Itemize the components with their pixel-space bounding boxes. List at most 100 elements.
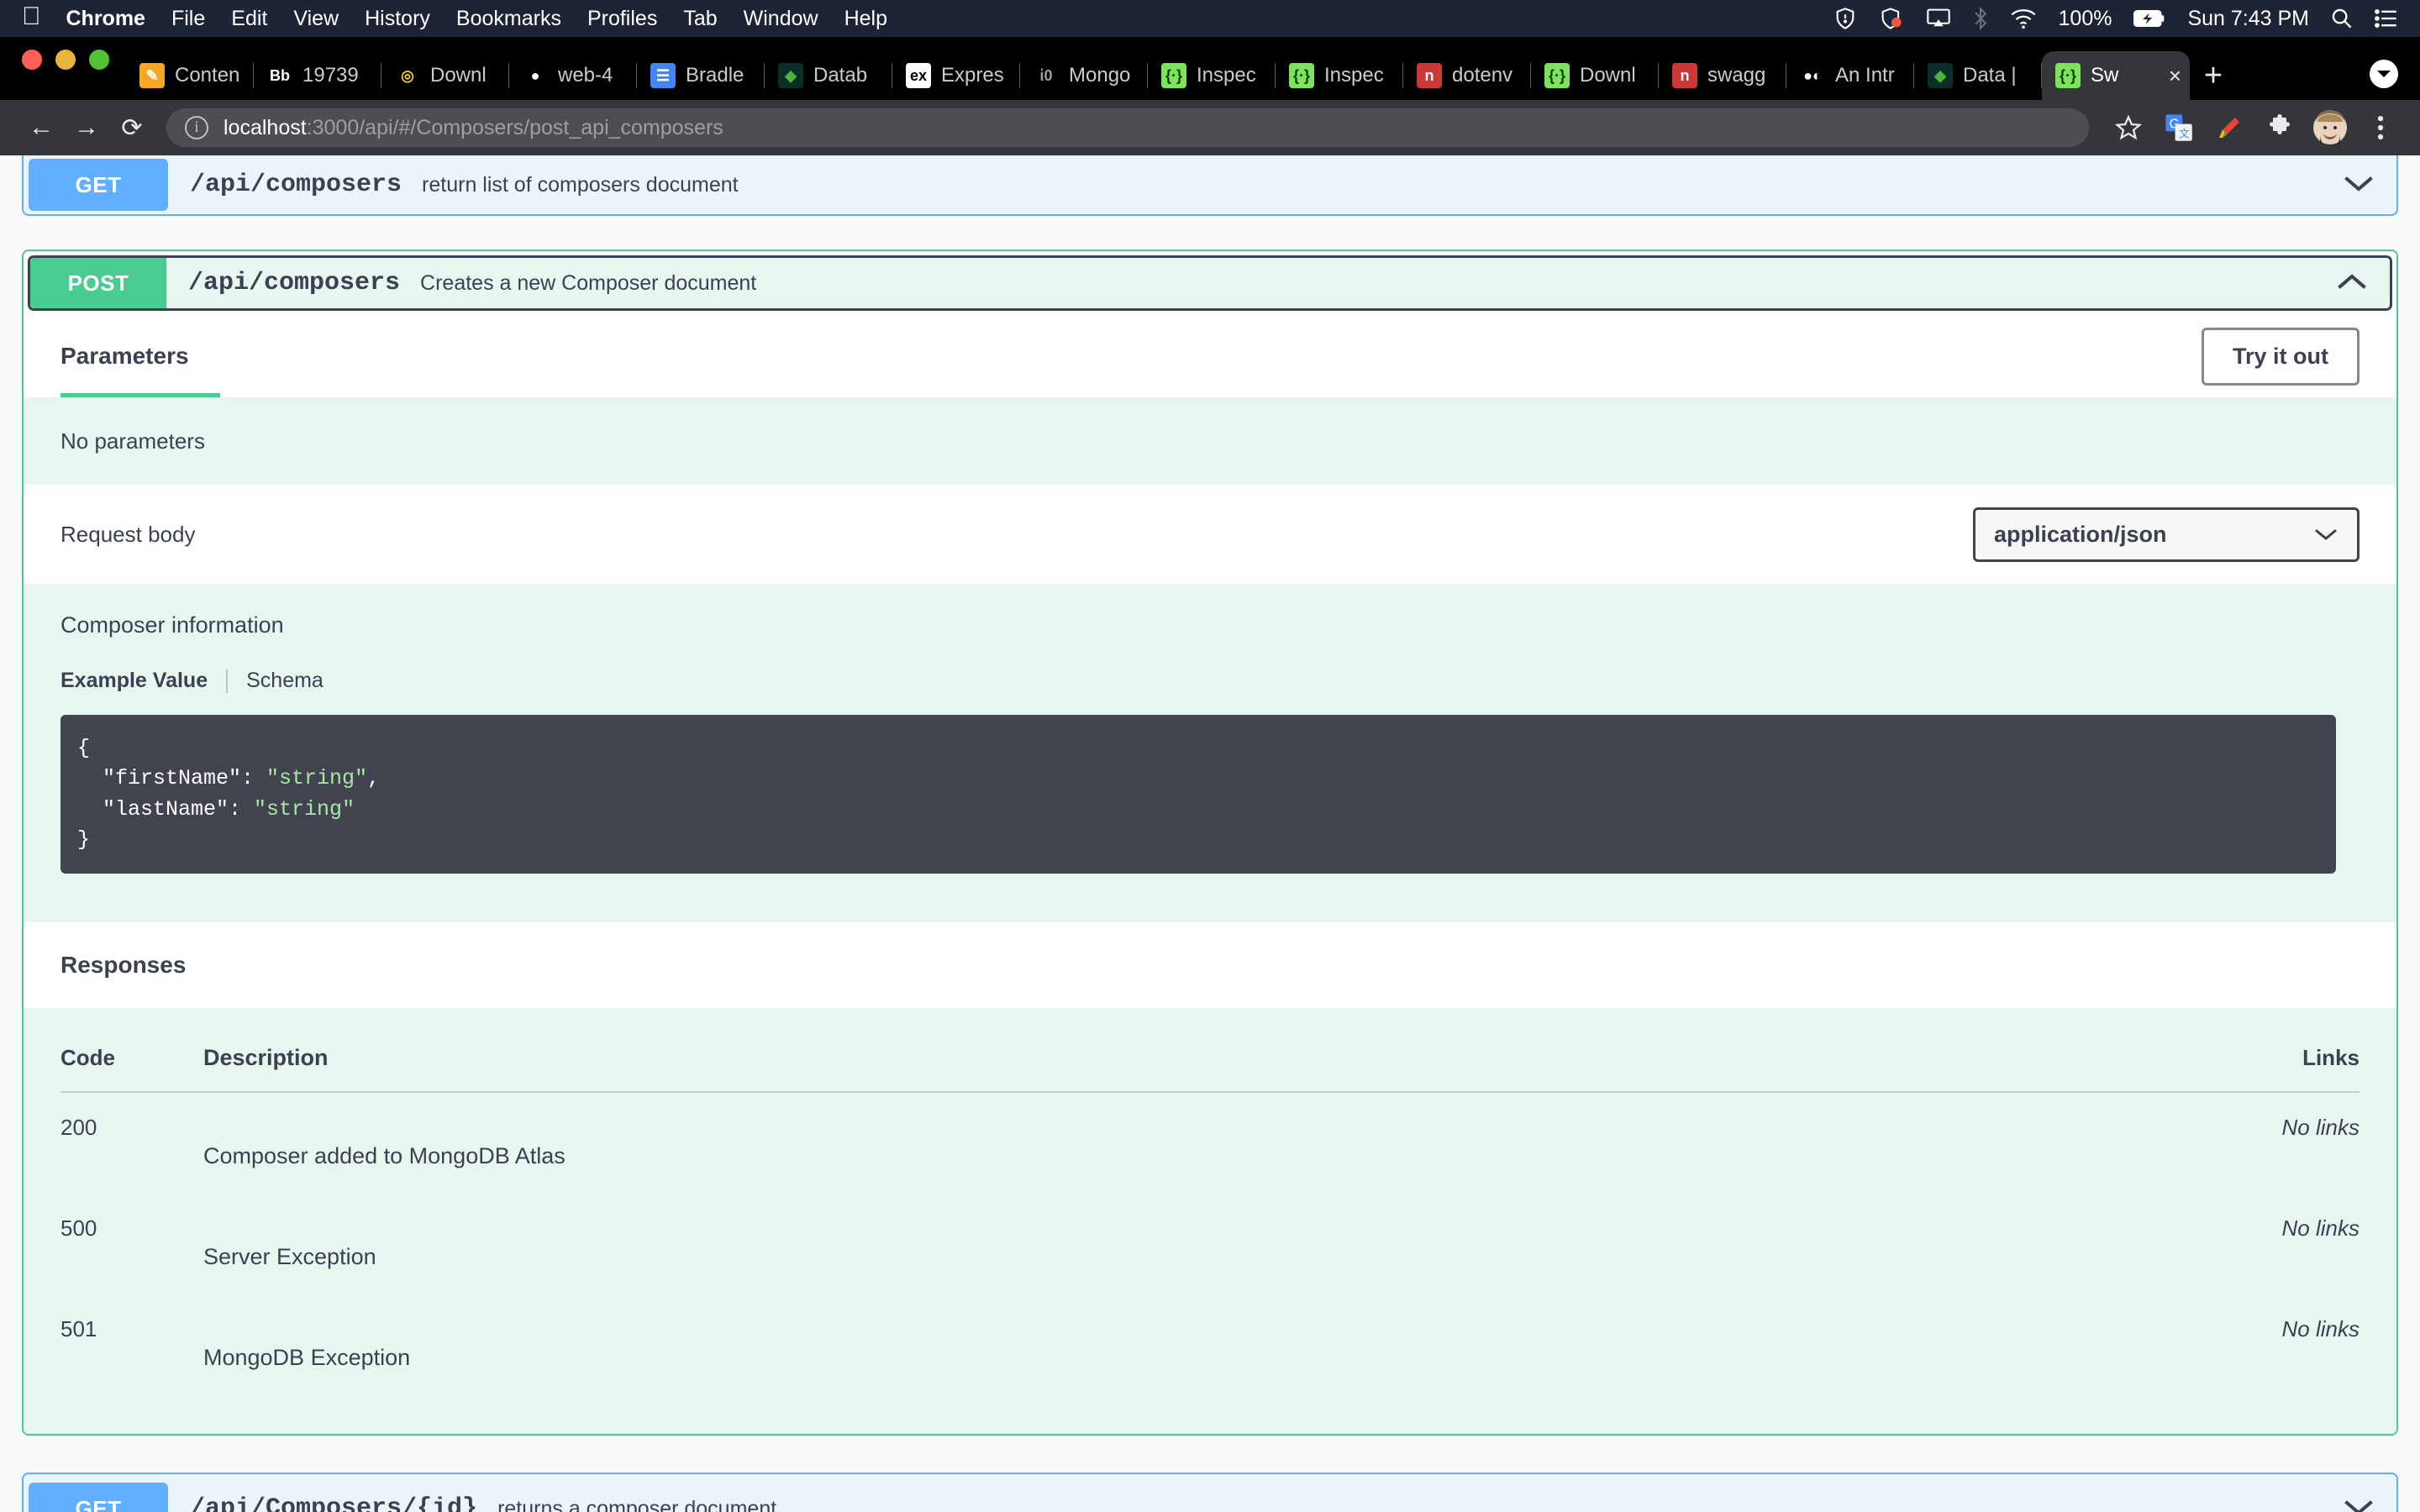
browser-tab-label: Datab bbox=[813, 64, 868, 87]
back-button[interactable]: ← bbox=[18, 105, 64, 150]
response-links: No links bbox=[2281, 1115, 2360, 1140]
spotlight-search-icon[interactable] bbox=[2331, 8, 2353, 29]
menubar-clock[interactable]: Sun 7:43 PM bbox=[2187, 7, 2309, 31]
response-description: Composer added to MongoDB Atlas bbox=[203, 1143, 566, 1168]
screen-record-icon[interactable] bbox=[1879, 7, 1904, 30]
minimize-window-button[interactable] bbox=[55, 49, 76, 70]
npm-red-icon: n bbox=[1672, 63, 1697, 88]
control-center-icon[interactable] bbox=[2375, 8, 2398, 29]
browser-tab[interactable]: {·} Sw × bbox=[2042, 51, 2190, 100]
browser-tab[interactable]: ☰ Bradle bbox=[637, 51, 765, 100]
request-body-title: Composer information bbox=[60, 612, 284, 638]
responses-rows: 200 Composer added to MongoDB Atlas No lin… bbox=[60, 1093, 2360, 1395]
window-traffic-lights bbox=[22, 37, 109, 100]
wifi-icon[interactable] bbox=[2010, 8, 2037, 29]
swagger-icon: {·} bbox=[1544, 63, 1570, 88]
close-tab-icon[interactable]: × bbox=[2169, 65, 2181, 87]
chevron-up-icon[interactable] bbox=[2336, 271, 2368, 296]
content-type-select[interactable]: application/json bbox=[1973, 507, 2360, 562]
request-body-label: Request body bbox=[60, 521, 196, 547]
operation-get-api-composers-id-collapsed[interactable]: GET /api/Composers/{id} returns a compos… bbox=[22, 1473, 2398, 1512]
forward-button[interactable]: → bbox=[64, 105, 109, 150]
apple-logo-icon[interactable]:  bbox=[22, 4, 41, 29]
menu-item-profiles[interactable]: Profiles bbox=[587, 7, 657, 31]
parameters-header-row: Parameters Try it out bbox=[24, 315, 2396, 397]
chevron-down-icon[interactable] bbox=[2343, 173, 2375, 197]
browser-tab[interactable]: ◆ Data | bbox=[1914, 51, 2042, 100]
bluetooth-icon[interactable] bbox=[1973, 6, 1988, 31]
paint-brush-icon[interactable] bbox=[2208, 107, 2250, 149]
response-description: MongoDB Exception bbox=[203, 1345, 411, 1370]
request-body-row: Request body application/json bbox=[24, 485, 2396, 584]
code-line-2-comma: , bbox=[367, 766, 381, 791]
browser-tab-label: Inspec bbox=[1197, 64, 1256, 87]
browser-tab[interactable]: ● web-4 bbox=[509, 51, 637, 100]
maximize-window-button[interactable] bbox=[89, 49, 109, 70]
responses-table-bottom-pad bbox=[60, 1395, 2360, 1434]
address-bar[interactable]: i localhost:3000/api/#/Composers/post_ap… bbox=[166, 108, 2089, 147]
browser-tab[interactable]: {·} Downl bbox=[1531, 51, 1659, 100]
browser-tab[interactable]: ✎ Conten bbox=[126, 51, 254, 100]
browser-tab[interactable]: ◎ Downl bbox=[381, 51, 509, 100]
tab-example-value[interactable]: Example Value bbox=[60, 669, 208, 693]
browser-tab[interactable]: Bb 19739 bbox=[254, 51, 381, 100]
google-translate-icon[interactable]: G 文 bbox=[2158, 107, 2200, 149]
close-window-button[interactable] bbox=[22, 49, 42, 70]
menu-item-tab[interactable]: Tab bbox=[683, 7, 717, 31]
url-path: :3000/api/#/Composers/post_api_composers bbox=[306, 115, 723, 139]
browser-tab[interactable]: ●◐ An Intr bbox=[1786, 51, 1914, 100]
content-type-value: application/json bbox=[1994, 521, 2167, 547]
medium-icon: ●◐ bbox=[1800, 63, 1825, 88]
browser-tab[interactable]: {·} Inspec bbox=[1276, 51, 1403, 100]
new-tab-button[interactable]: + bbox=[2190, 51, 2237, 100]
battery-charging-icon[interactable] bbox=[2133, 8, 2165, 29]
swagger-ui-page: GET /api/composers return list of compos… bbox=[0, 155, 2420, 1512]
response-links: No links bbox=[2281, 1215, 2360, 1241]
menu-item-bookmarks[interactable]: Bookmarks bbox=[456, 7, 561, 31]
menu-item-view[interactable]: View bbox=[293, 7, 339, 31]
site-info-icon[interactable]: i bbox=[185, 116, 208, 139]
chevron-down-icon[interactable] bbox=[2343, 1497, 2375, 1512]
airplay-icon[interactable] bbox=[1926, 8, 1951, 29]
vpn-shield-icon[interactable] bbox=[1833, 7, 1857, 30]
chrome-menu-icon[interactable] bbox=[2360, 107, 2402, 149]
menu-item-edit[interactable]: Edit bbox=[231, 7, 267, 31]
extensions-puzzle-icon[interactable] bbox=[2259, 107, 2301, 149]
browser-tab[interactable]: n dotenv bbox=[1403, 51, 1531, 100]
menu-item-file[interactable]: File bbox=[171, 7, 205, 31]
reload-button[interactable]: ⟳ bbox=[109, 105, 155, 150]
toolbar-icons: G 文 bbox=[2101, 107, 2402, 149]
tab-search-icon[interactable] bbox=[2370, 60, 2398, 88]
browser-tab[interactable]: ἱ0 Mongo bbox=[1020, 51, 1148, 100]
code-line-2-key: "firstName": bbox=[77, 766, 267, 791]
operation-description: returns a composer document bbox=[497, 1496, 777, 1512]
browser-tab-label: Conten bbox=[175, 64, 240, 87]
menu-item-help[interactable]: Help bbox=[844, 7, 887, 31]
npm-yellow-icon: ◎ bbox=[395, 63, 420, 88]
bookmark-star-icon[interactable] bbox=[2107, 107, 2149, 149]
operation-get-api-composers-collapsed[interactable]: GET /api/composers return list of compos… bbox=[22, 155, 2398, 216]
browser-tab[interactable]: ex Expres bbox=[892, 51, 1020, 100]
tab-schema[interactable]: Schema bbox=[246, 669, 324, 693]
menu-item-history[interactable]: History bbox=[365, 7, 430, 31]
menu-item-window[interactable]: Window bbox=[744, 7, 818, 31]
chrome-browser-window: ✎ Conten Bb 19739 ◎ Downl ● web-4 ☰ Bradle ◆ Datab… bbox=[0, 37, 2420, 1512]
browser-tab-label: Downl bbox=[430, 64, 487, 87]
example-schema-tabs: Example Value Schema bbox=[60, 669, 2360, 693]
browser-tab-label: Expres bbox=[941, 64, 1004, 87]
example-value-code-block[interactable]: { "firstName": "string", "lastName": "st… bbox=[60, 715, 2336, 874]
try-it-out-button[interactable]: Try it out bbox=[2202, 327, 2360, 386]
browser-tab-label: Bradle bbox=[686, 64, 744, 87]
operation-summary-header[interactable]: POST /api/composers Creates a new Compos… bbox=[28, 255, 2392, 311]
mongodb-leaf-icon: ◆ bbox=[778, 63, 803, 88]
browser-tab-label: An Intr bbox=[1835, 64, 1895, 87]
operation-path: /api/composers bbox=[190, 171, 402, 199]
profile-avatar-icon[interactable] bbox=[2309, 107, 2351, 149]
operation-description: Creates a new Composer document bbox=[420, 270, 757, 295]
code-line-1: { bbox=[77, 736, 91, 760]
response-row: 500 Server Exception No links bbox=[60, 1194, 2360, 1294]
browser-tab[interactable]: n swagg bbox=[1659, 51, 1786, 100]
browser-tab[interactable]: ◆ Datab bbox=[765, 51, 892, 100]
browser-tab[interactable]: {·} Inspec bbox=[1148, 51, 1276, 100]
menu-item-chrome[interactable]: Chrome bbox=[66, 7, 145, 31]
